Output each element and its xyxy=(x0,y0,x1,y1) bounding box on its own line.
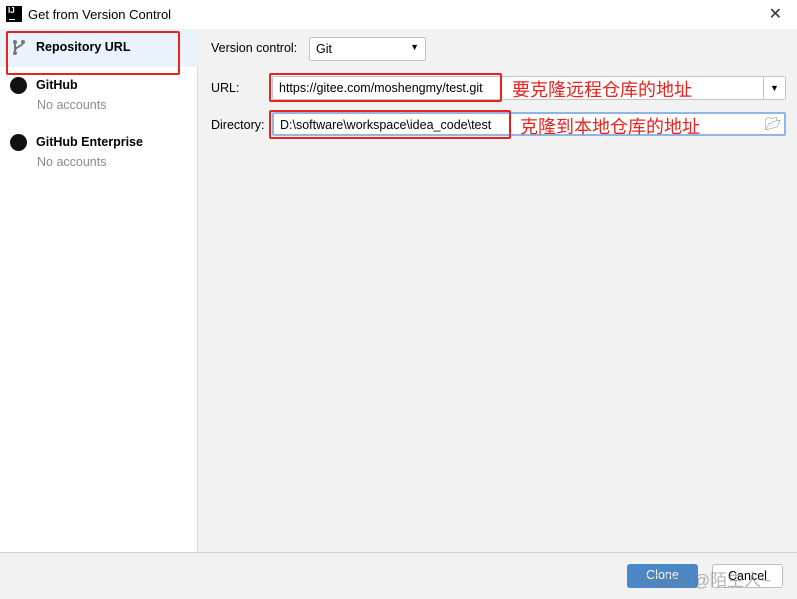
highlight-box xyxy=(269,110,511,139)
sidebar-item-github-enterprise[interactable]: GitHub Enterprise No accounts xyxy=(0,124,198,180)
sidebar-item-label: GitHub Enterprise xyxy=(36,135,143,149)
url-history-dropdown[interactable]: ▼ xyxy=(763,77,785,99)
annotation-url: 要克隆远程仓库的地址 xyxy=(512,80,692,100)
annotation-directory: 克隆到本地仓库的地址 xyxy=(520,117,700,137)
sidebar-item-github[interactable]: GitHub No accounts xyxy=(0,67,198,123)
sidebar-item-sub: No accounts xyxy=(37,98,107,112)
sidebar: Repository URL GitHub No accounts GitHub… xyxy=(0,29,198,552)
title-bar: IJ Get from Version Control ✕ xyxy=(0,0,797,29)
chevron-down-icon: ▼ xyxy=(770,83,779,93)
version-control-label: Version control: xyxy=(211,41,298,55)
window-title: Get from Version Control xyxy=(28,7,172,22)
highlight-box xyxy=(6,31,180,75)
intellij-logo-icon: IJ xyxy=(6,6,22,22)
github-icon xyxy=(10,77,27,94)
version-control-value: Git xyxy=(316,42,332,56)
close-icon[interactable]: ✕ xyxy=(769,4,782,24)
directory-label: Directory: xyxy=(211,118,265,132)
chevron-down-icon: ▼ xyxy=(410,42,419,52)
folder-icon[interactable]: 📂︎ xyxy=(765,116,782,132)
sidebar-item-sub: No accounts xyxy=(37,155,107,169)
sidebar-item-label: GitHub xyxy=(36,78,78,92)
watermark: CSDN @陌生人~ xyxy=(640,571,772,590)
footer-divider xyxy=(0,552,797,553)
version-control-select[interactable]: Git ▼ xyxy=(309,37,426,61)
highlight-box xyxy=(269,73,502,102)
github-icon xyxy=(10,134,27,151)
url-label: URL: xyxy=(211,81,240,95)
